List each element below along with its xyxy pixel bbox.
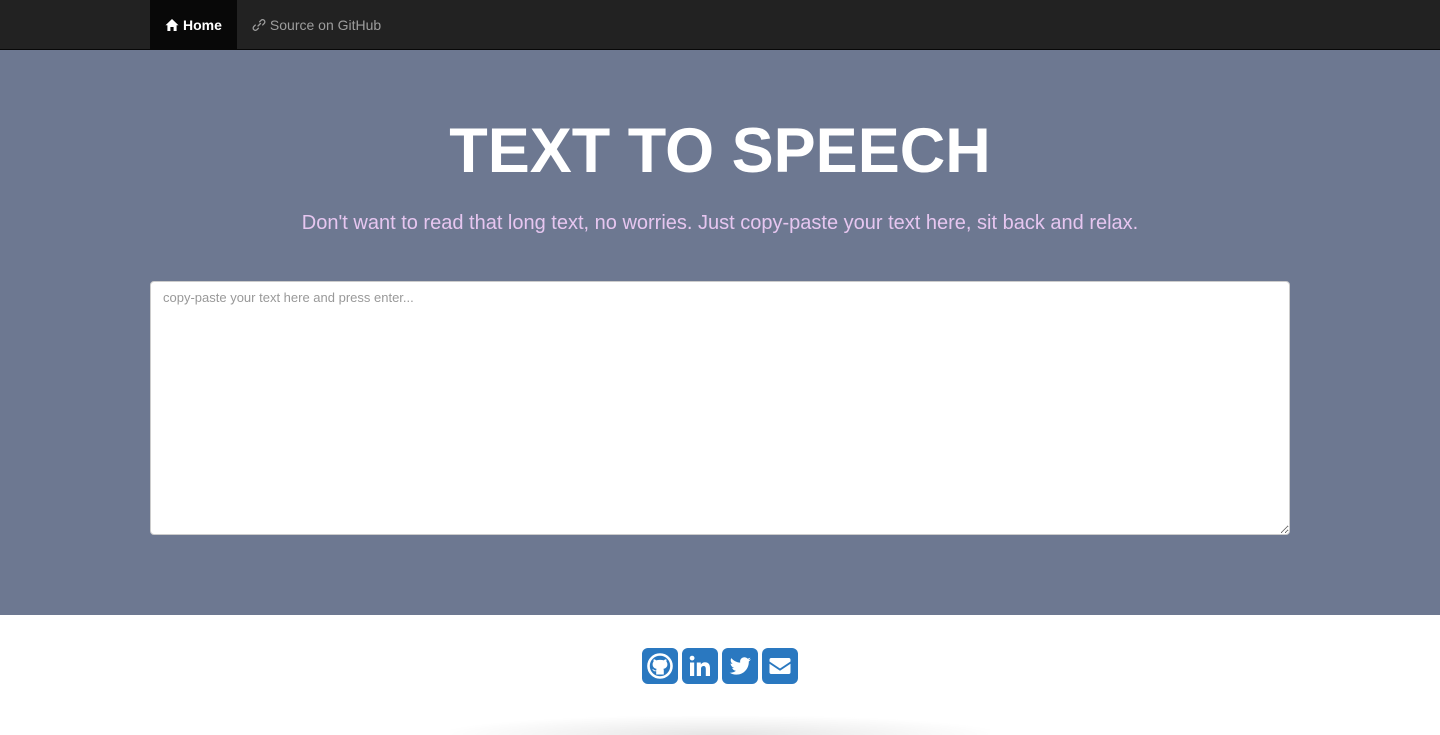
nav-menu: Home Source on GitHub [150, 0, 396, 50]
navbar: Home Source on GitHub [0, 0, 1440, 50]
text-input[interactable] [150, 281, 1290, 535]
email-button[interactable] [762, 648, 798, 684]
nav-item-home[interactable]: Home [150, 0, 237, 50]
github-icon [646, 652, 674, 680]
linkedin-button[interactable] [682, 648, 718, 684]
nav-item-github-source[interactable]: Source on GitHub [237, 0, 396, 50]
envelope-icon [766, 652, 794, 680]
hero-section: TEXT TO SPEECH Don't want to read that l… [0, 50, 1440, 615]
home-icon [165, 18, 179, 32]
twitter-button[interactable] [722, 648, 758, 684]
link-icon [252, 18, 266, 32]
nav-item-label: Source on GitHub [269, 17, 382, 33]
linkedin-icon [686, 652, 714, 680]
github-button[interactable] [642, 648, 678, 684]
page-subtitle: Don't want to read that long text, no wo… [301, 212, 1139, 234]
social-links [0, 648, 1440, 684]
bottom-shadow [450, 716, 990, 735]
twitter-icon [726, 652, 754, 680]
nav-item-label: Home [183, 17, 222, 33]
page-title: TEXT TO SPEECH [449, 116, 991, 186]
